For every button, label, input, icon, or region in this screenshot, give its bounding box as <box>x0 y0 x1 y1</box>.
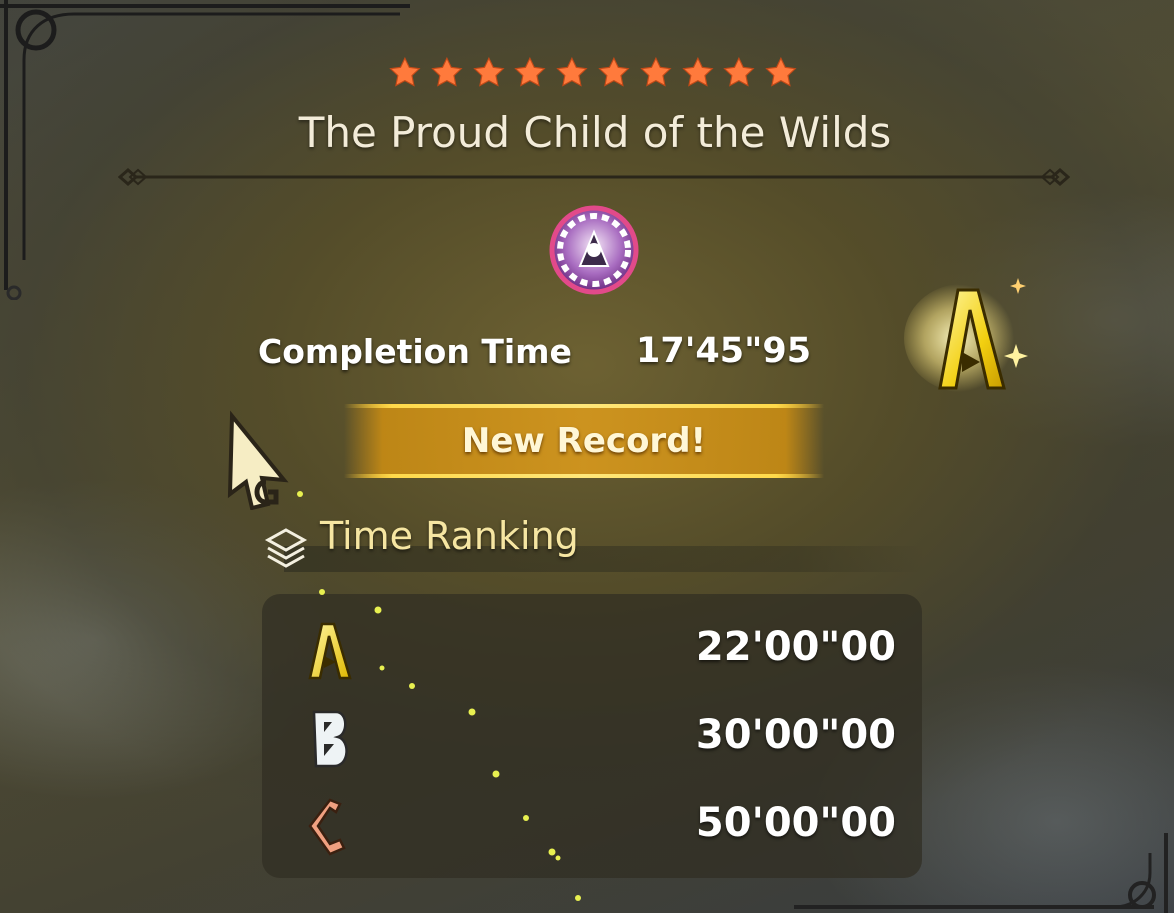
star-icon <box>765 56 797 87</box>
star-icon <box>389 56 421 87</box>
time-ranking-icon <box>264 528 308 568</box>
rank-row-c: 50'00"00 <box>262 786 922 866</box>
time-ranking-title: Time Ranking <box>320 514 579 558</box>
star-icon <box>472 56 505 87</box>
rank-row-a: 22'00"00 <box>262 610 922 690</box>
rank-a-badge-icon <box>904 278 1028 392</box>
time-ranking-header: Time Ranking <box>264 512 924 574</box>
rank-a-icon <box>308 622 352 680</box>
cursor-icon <box>227 410 289 510</box>
new-record-banner: New Record! <box>344 404 824 478</box>
completion-time-value: 17'45"95 <box>636 331 812 371</box>
star-icon <box>598 56 630 87</box>
completion-time-label: Completion Time <box>258 331 572 371</box>
difficulty-stars <box>388 56 798 92</box>
rank-b-icon <box>312 710 348 768</box>
time-ranking-panel: 22'00"00 30'00"00 50'00"00 <box>262 594 922 878</box>
rank-b-time: 30'00"00 <box>695 712 896 758</box>
star-icon <box>431 56 463 87</box>
star-icon <box>514 56 546 87</box>
new-record-label: New Record! <box>461 421 707 461</box>
star-icon <box>723 56 755 87</box>
monster-emblem-icon <box>549 205 639 295</box>
rank-a-time: 22'00"00 <box>695 624 896 670</box>
star-icon <box>640 56 672 87</box>
completion-time-row: Completion Time 17'45"95 <box>258 326 811 376</box>
star-icon <box>556 56 588 87</box>
rank-c-time: 50'00"00 <box>695 800 896 846</box>
rank-row-b: 30'00"00 <box>262 698 922 778</box>
title-divider <box>118 168 1070 186</box>
quest-title: The Proud Child of the Wilds <box>298 108 892 157</box>
star-icon <box>681 56 714 87</box>
rank-c-icon <box>308 798 346 856</box>
